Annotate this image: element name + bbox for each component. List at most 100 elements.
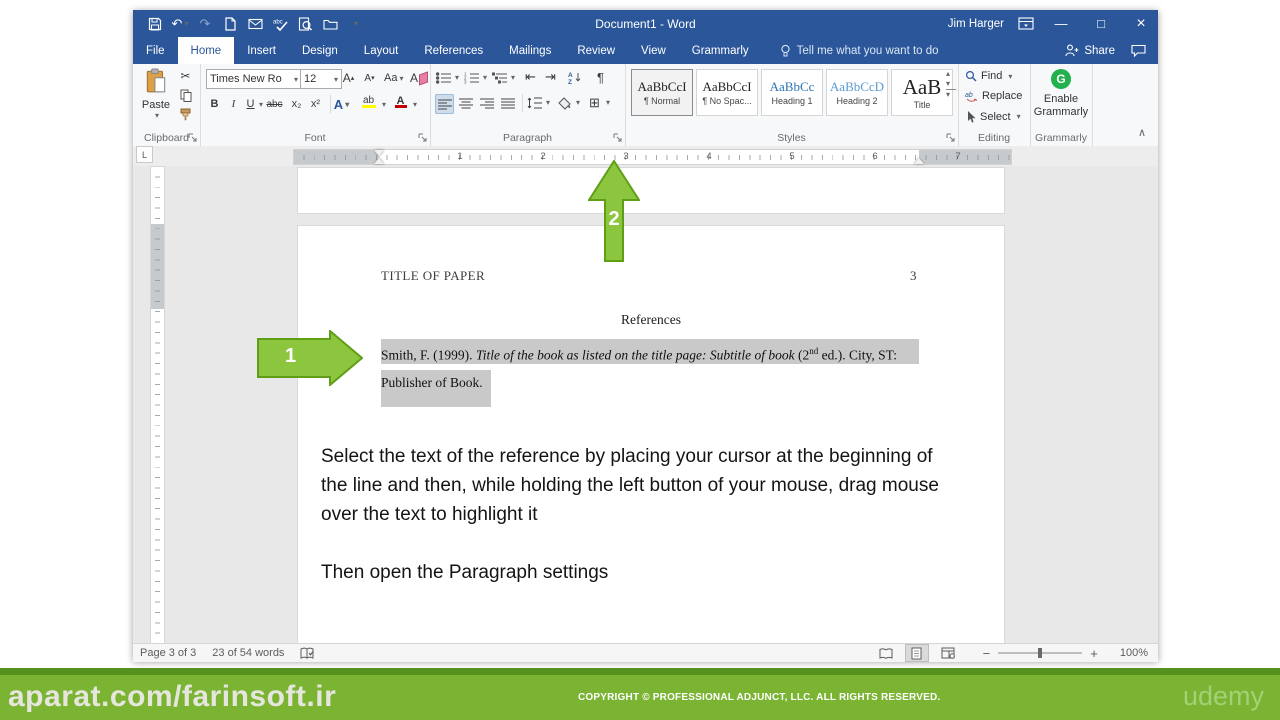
enable-grammarly-button[interactable]: G Enable Grammarly bbox=[1030, 69, 1092, 119]
underline-dropdown-icon[interactable]: ▾ bbox=[259, 100, 263, 109]
tab-mailings[interactable]: Mailings bbox=[496, 37, 564, 64]
bullet-list-icon[interactable] bbox=[435, 69, 452, 87]
shrink-font-button[interactable]: A ▾ bbox=[361, 69, 378, 87]
print-layout-button[interactable] bbox=[904, 644, 929, 662]
show-marks-button[interactable]: ¶ bbox=[592, 68, 609, 86]
font-name-combo[interactable]: Times New Ro ▾ bbox=[206, 69, 302, 89]
sort-icon[interactable]: AZ bbox=[567, 68, 584, 86]
page-indicator[interactable]: Page 3 of 3 bbox=[140, 647, 196, 659]
style-heading2[interactable]: AaBbCcD Heading 2 bbox=[826, 69, 888, 116]
shading-icon[interactable] bbox=[556, 94, 573, 112]
undo-icon[interactable]: ↶ ▾ bbox=[172, 16, 189, 32]
numbered-list-icon[interactable]: 123 bbox=[463, 69, 480, 87]
font-color-button[interactable]: A bbox=[392, 93, 409, 111]
hanging-indent-marker[interactable] bbox=[374, 158, 384, 164]
comment-icon[interactable] bbox=[1131, 44, 1146, 57]
tab-grammarly[interactable]: Grammarly bbox=[679, 37, 762, 64]
borders-dropdown-icon[interactable]: ▾ bbox=[606, 98, 610, 107]
right-indent-marker[interactable] bbox=[914, 158, 924, 164]
superscript-button[interactable]: x² bbox=[307, 95, 324, 113]
borders-icon[interactable]: ⊞ bbox=[586, 94, 603, 112]
tab-design[interactable]: Design bbox=[289, 37, 351, 64]
shading-dropdown-icon[interactable]: ▾ bbox=[576, 98, 580, 107]
close-button[interactable]: × bbox=[1128, 13, 1154, 35]
subscript-button[interactable]: x₂ bbox=[288, 95, 305, 113]
numbering-dropdown-icon[interactable]: ▾ bbox=[483, 73, 487, 82]
tab-view[interactable]: View bbox=[628, 37, 679, 64]
reference-line2[interactable]: Publisher of Book. bbox=[381, 370, 491, 407]
select-button[interactable]: Select ▾ bbox=[965, 110, 1021, 123]
change-case-button[interactable]: Aa ▾ bbox=[384, 69, 403, 87]
reference-line1[interactable]: Smith, F. (1999). Title of the book as l… bbox=[381, 339, 919, 364]
increase-indent-icon[interactable]: ⇥ bbox=[542, 68, 559, 86]
styles-scroll-down-icon[interactable]: ▾ bbox=[946, 79, 956, 88]
zoom-level[interactable]: 100% bbox=[1120, 647, 1148, 659]
maximize-button[interactable]: □ bbox=[1088, 13, 1114, 35]
style-heading1[interactable]: AaBbCc Heading 1 bbox=[761, 69, 823, 116]
highlight-dropdown-icon[interactable]: ▾ bbox=[382, 100, 386, 109]
text-highlight-button[interactable]: ab bbox=[360, 93, 377, 111]
proofing-icon[interactable] bbox=[300, 647, 315, 660]
bold-button[interactable]: B bbox=[206, 95, 223, 113]
replace-button[interactable]: ab Replace bbox=[965, 90, 1022, 102]
collapse-ribbon-icon[interactable]: ∧ bbox=[1138, 126, 1146, 139]
page-2-bottom[interactable] bbox=[297, 167, 1005, 214]
print-preview-icon[interactable] bbox=[297, 16, 313, 32]
strikethrough-button[interactable]: abc bbox=[266, 95, 283, 113]
vertical-ruler[interactable] bbox=[150, 166, 165, 643]
text-effects-button[interactable]: A ▾ bbox=[333, 95, 350, 113]
minimize-button[interactable]: — bbox=[1048, 13, 1074, 35]
align-right-button[interactable] bbox=[478, 94, 495, 112]
horizontal-ruler[interactable]: 1 2 3 4 5 6 7 bbox=[293, 149, 1012, 165]
find-button[interactable]: Find ▾ bbox=[965, 70, 1012, 82]
font-dialog-launcher-icon[interactable] bbox=[418, 133, 428, 143]
tab-selector[interactable]: L bbox=[136, 146, 153, 163]
save-icon[interactable] bbox=[147, 16, 163, 32]
line-spacing-icon[interactable] bbox=[526, 94, 543, 112]
open-folder-icon[interactable] bbox=[322, 16, 338, 32]
bullet-dropdown-icon[interactable]: ▾ bbox=[455, 73, 459, 82]
share-button[interactable]: Share bbox=[1065, 44, 1115, 57]
ribbon-display-options-icon[interactable] bbox=[1018, 17, 1034, 30]
font-color-dropdown-icon[interactable]: ▾ bbox=[413, 100, 417, 109]
line-spacing-dropdown-icon[interactable]: ▾ bbox=[546, 98, 550, 107]
tab-review[interactable]: Review bbox=[564, 37, 628, 64]
align-center-button[interactable] bbox=[457, 94, 474, 112]
underline-button[interactable]: U bbox=[242, 95, 259, 113]
zoom-slider-thumb[interactable] bbox=[1038, 648, 1043, 658]
grow-font-button[interactable]: A ▴ bbox=[340, 69, 357, 87]
style-title[interactable]: AaB Title bbox=[891, 69, 953, 116]
spelling-check-icon[interactable]: abc bbox=[272, 16, 288, 32]
tab-layout[interactable]: Layout bbox=[351, 37, 412, 64]
email-icon[interactable] bbox=[247, 16, 263, 32]
clear-formatting-button[interactable]: A bbox=[410, 69, 429, 87]
paste-button[interactable]: Paste ▾ bbox=[139, 68, 173, 120]
read-mode-button[interactable] bbox=[875, 645, 897, 661]
styles-dialog-launcher-icon[interactable] bbox=[946, 133, 956, 143]
paragraph-dialog-launcher-icon[interactable] bbox=[613, 133, 623, 143]
first-line-indent-marker[interactable] bbox=[374, 150, 384, 156]
tab-insert[interactable]: Insert bbox=[234, 37, 289, 64]
font-size-combo[interactable]: 12 ▾ bbox=[300, 69, 342, 89]
tell-me-box[interactable]: Tell me what you want to do bbox=[780, 37, 939, 64]
clipboard-dialog-launcher-icon[interactable] bbox=[188, 133, 198, 143]
format-painter-icon[interactable] bbox=[177, 105, 194, 123]
tab-references[interactable]: References bbox=[411, 37, 496, 64]
new-document-icon[interactable] bbox=[222, 16, 238, 32]
style-normal[interactable]: AaBbCcI ¶ Normal bbox=[631, 69, 693, 116]
page-3[interactable]: TITLE OF PAPER 3 References Smith, F. (1… bbox=[297, 225, 1005, 643]
customize-qat-icon[interactable]: ▾ bbox=[347, 16, 363, 32]
zoom-in-button[interactable]: + bbox=[1090, 646, 1098, 661]
italic-button[interactable]: I bbox=[225, 95, 242, 113]
cut-icon[interactable]: ✂ bbox=[177, 67, 194, 85]
user-name[interactable]: Jim Harger bbox=[948, 18, 1004, 30]
multilevel-dropdown-icon[interactable]: ▾ bbox=[511, 73, 515, 82]
zoom-out-button[interactable]: − bbox=[983, 646, 991, 661]
styles-scroll-up-icon[interactable]: ▴ bbox=[946, 69, 956, 78]
style-no-spacing[interactable]: AaBbCcI ¶ No Spac... bbox=[696, 69, 758, 116]
tab-home[interactable]: Home bbox=[177, 37, 235, 64]
decrease-indent-icon[interactable]: ⇤ bbox=[522, 68, 539, 86]
zoom-slider[interactable] bbox=[998, 648, 1083, 658]
web-layout-button[interactable] bbox=[937, 645, 959, 661]
multilevel-list-icon[interactable] bbox=[491, 69, 508, 87]
